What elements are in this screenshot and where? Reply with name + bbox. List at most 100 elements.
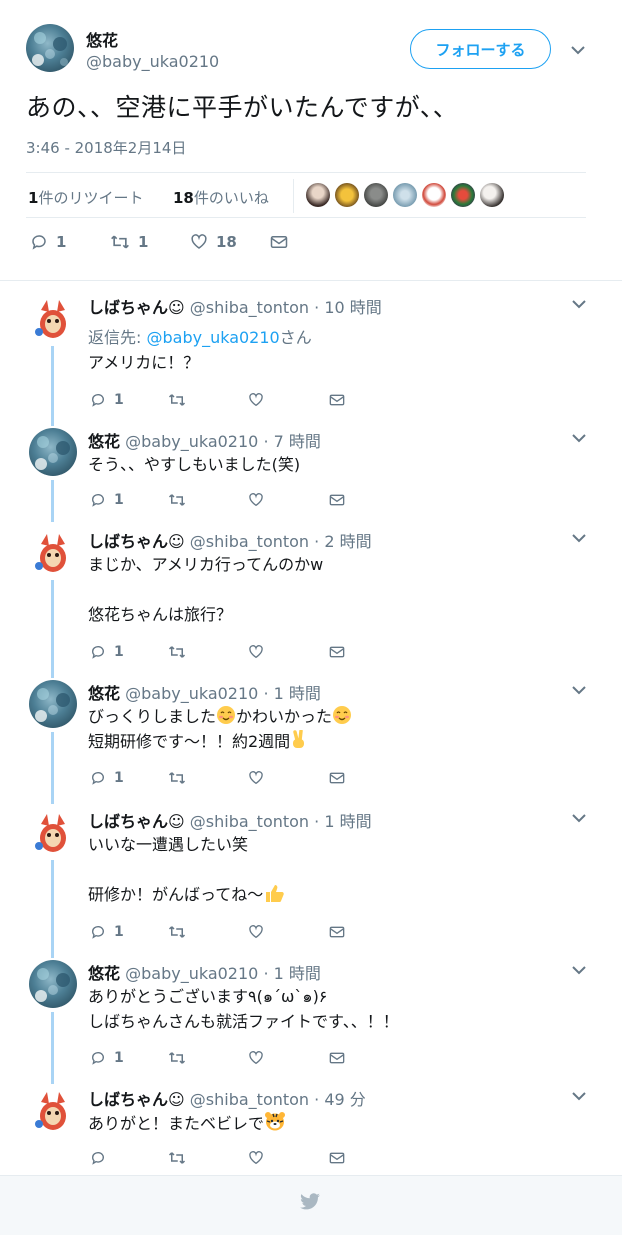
like-button[interactable] [248, 922, 272, 942]
reply-button[interactable]: 1 [90, 390, 124, 410]
like-button[interactable]: 18 [190, 232, 237, 252]
retweet-button[interactable] [168, 1148, 194, 1168]
dm-button[interactable] [270, 232, 296, 252]
reply-tweet[interactable]: しばちゃん☺ @shiba_tonton · 2 時間 まじか、アメリカ行ってん… [0, 528, 622, 670]
reply-button[interactable]: 1 [90, 922, 124, 942]
display-name[interactable]: しばちゃん☺ [88, 298, 185, 317]
twitter-bird-icon[interactable] [299, 1193, 321, 1215]
reply-time[interactable]: · 49 分 [314, 1090, 366, 1109]
retweet-button[interactable] [168, 1048, 194, 1068]
reply-time[interactable]: · 1 時間 [314, 812, 371, 831]
liker-avatar[interactable] [335, 183, 359, 207]
reply-count: 1 [114, 924, 124, 940]
follow-button[interactable]: フォローする [410, 29, 551, 69]
dm-button[interactable] [329, 642, 353, 662]
retweet-button[interactable]: 1 [110, 232, 148, 252]
dm-button[interactable] [329, 390, 353, 410]
like-button[interactable] [248, 490, 272, 510]
tweet-timestamp[interactable]: 3:46 - 2018年2月14日 [26, 137, 186, 158]
like-count: 18 [173, 189, 194, 207]
reply-tweet[interactable]: しばちゃん☺ @shiba_tonton · 10 時間 返信先: @baby_… [0, 294, 622, 420]
display-name[interactable]: しばちゃん☺ [88, 812, 185, 831]
liker-avatar[interactable] [451, 183, 475, 207]
retweet-button[interactable] [168, 390, 194, 410]
display-name[interactable]: しばちゃん☺ [88, 1090, 185, 1109]
display-name[interactable]: 悠花 [88, 964, 120, 983]
reply-button[interactable]: 1 [90, 768, 124, 788]
reply-button[interactable]: 1 [90, 642, 124, 662]
chevron-down-icon[interactable] [571, 682, 587, 698]
reply-tweet[interactable]: 悠花 @baby_uka0210 · 1 時間 びっくりしました かわいかった 短期… [0, 680, 622, 796]
divider [0, 280, 622, 281]
reply-time[interactable]: · 1 時間 [263, 684, 320, 703]
reply-icon [92, 494, 104, 507]
dm-button[interactable] [329, 1048, 353, 1068]
like-stat[interactable]: 18件のいいね [173, 187, 269, 208]
reply-tweet[interactable]: 悠花 @baby_uka0210 · 7 時間 そう、、やすしもいました(笑) … [0, 428, 622, 518]
display-name[interactable]: しばちゃん☺ [88, 532, 185, 551]
reply-tweet[interactable]: しばちゃん☺ @shiba_tonton · 49 分 ありがと！またベビレで [0, 1086, 622, 1170]
dm-button[interactable] [329, 922, 353, 942]
retweet-button[interactable] [168, 768, 194, 788]
user-handle[interactable]: @baby_uka0210 [125, 432, 258, 451]
user-handle[interactable]: @shiba_tonton [190, 532, 309, 551]
reply-time[interactable]: · 10 時間 [314, 298, 382, 317]
reply-to-suffix: さん [279, 328, 312, 347]
like-button[interactable] [248, 768, 272, 788]
user-handle[interactable]: @baby_uka0210 [86, 52, 219, 71]
avatar[interactable] [29, 428, 77, 476]
avatar[interactable] [29, 808, 77, 856]
reply-time[interactable]: · 2 時間 [314, 532, 371, 551]
display-name[interactable]: 悠花 [88, 684, 120, 703]
like-button[interactable] [248, 1048, 272, 1068]
display-name[interactable]: 悠花 [88, 432, 120, 451]
like-button[interactable] [248, 1148, 272, 1168]
reply-time[interactable]: · 1 時間 [263, 964, 320, 983]
liker-avatar[interactable] [422, 183, 446, 207]
chevron-down-icon[interactable] [571, 962, 587, 978]
user-handle[interactable]: @baby_uka0210 [125, 684, 258, 703]
reply-button[interactable]: 1 [30, 232, 66, 252]
user-handle[interactable]: @shiba_tonton [190, 298, 309, 317]
chevron-down-icon[interactable] [571, 430, 587, 446]
avatar[interactable] [29, 294, 77, 342]
dm-button[interactable] [329, 490, 353, 510]
liker-avatar[interactable] [306, 183, 330, 207]
chevron-down-icon[interactable] [571, 810, 587, 826]
heart-icon [249, 771, 263, 785]
mail-icon [329, 494, 345, 506]
user-handle[interactable]: @shiba_tonton [190, 812, 309, 831]
avatar[interactable] [29, 960, 77, 1008]
display-name[interactable]: 悠花 [86, 27, 118, 51]
reply-time[interactable]: · 7 時間 [263, 432, 320, 451]
like-button[interactable] [248, 390, 272, 410]
retweet-stat[interactable]: 1件のリツイート [28, 187, 143, 208]
user-handle[interactable]: @shiba_tonton [190, 1090, 309, 1109]
avatar[interactable] [26, 24, 74, 72]
reply-tweet[interactable]: 悠花 @baby_uka0210 · 1 時間 ありがとうございます٩(๑´ω`… [0, 960, 622, 1076]
reply-button[interactable]: 1 [90, 490, 124, 510]
liker-avatar[interactable] [364, 183, 388, 207]
chevron-down-icon[interactable] [571, 1088, 587, 1104]
avatar[interactable] [29, 528, 77, 576]
reply-header: しばちゃん☺ @shiba_tonton · 1 時間 [88, 808, 372, 832]
user-handle[interactable]: @baby_uka0210 [125, 964, 258, 983]
retweet-button[interactable] [168, 642, 194, 662]
liker-avatar[interactable] [480, 183, 504, 207]
liker-avatar[interactable] [393, 183, 417, 207]
avatar[interactable] [29, 1086, 77, 1134]
chevron-down-icon[interactable] [570, 42, 586, 58]
retweet-count: 1 [138, 233, 149, 251]
dm-button[interactable] [329, 768, 353, 788]
chevron-down-icon[interactable] [571, 530, 587, 546]
reply-button[interactable] [90, 1148, 114, 1168]
chevron-down-icon[interactable] [571, 296, 587, 312]
reply-button[interactable]: 1 [90, 1048, 124, 1068]
retweet-button[interactable] [168, 490, 194, 510]
reply-to-handle[interactable]: @baby_uka0210 [146, 328, 279, 347]
avatar[interactable] [29, 680, 77, 728]
reply-tweet[interactable]: しばちゃん☺ @shiba_tonton · 1 時間 いいな一遭遇したい笑 研… [0, 808, 622, 950]
retweet-button[interactable] [168, 922, 194, 942]
like-button[interactable] [248, 642, 272, 662]
dm-button[interactable] [329, 1148, 353, 1168]
